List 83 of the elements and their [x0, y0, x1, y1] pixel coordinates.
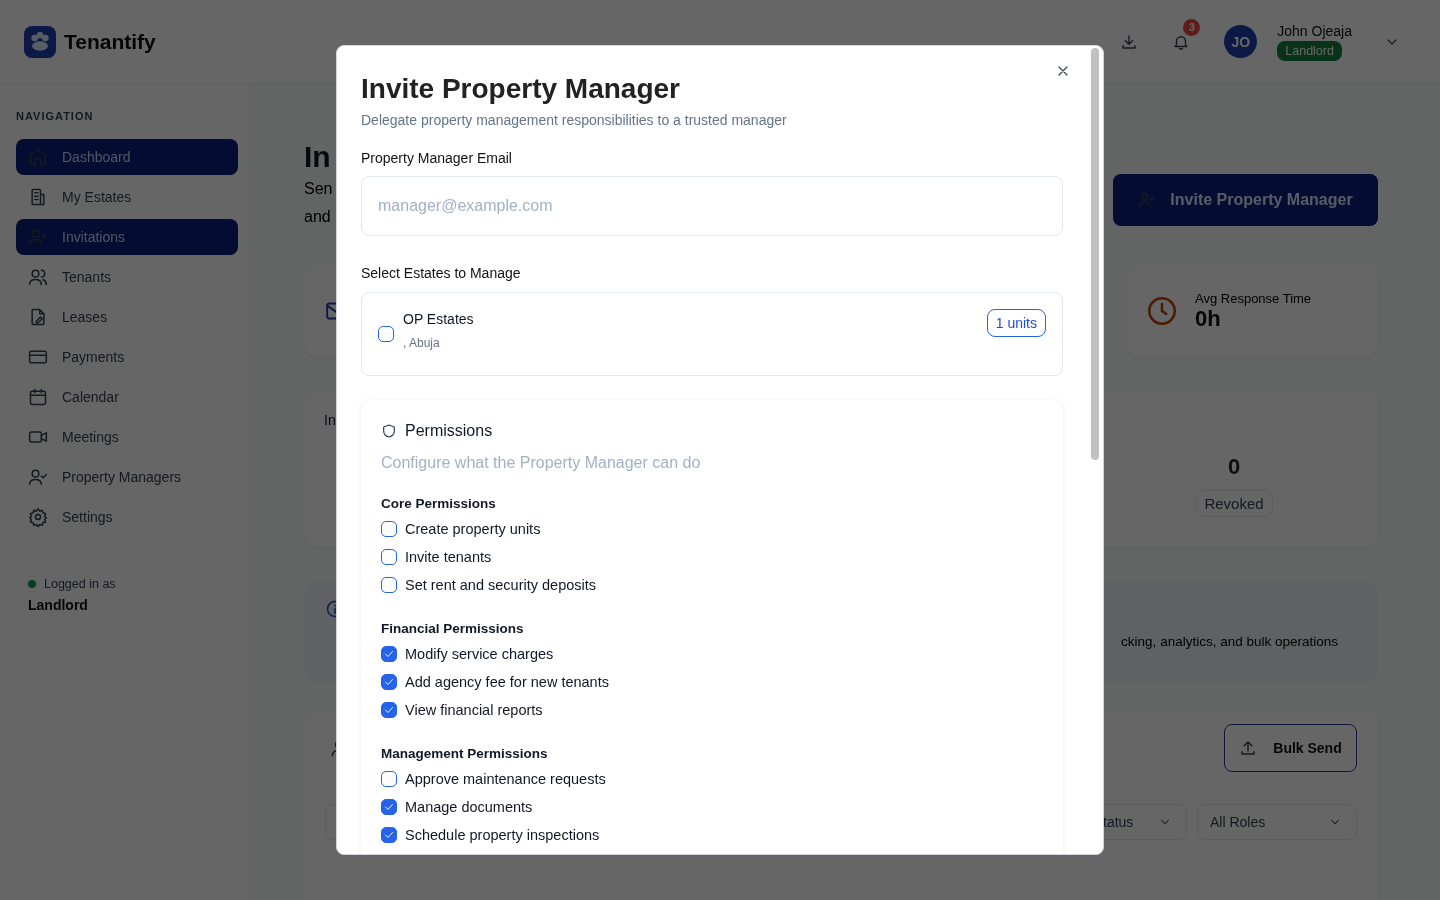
checkbox[interactable] — [378, 326, 394, 342]
permission-label: Modify service charges — [405, 646, 554, 662]
user-name: John Ojeaja — [1277, 22, 1352, 39]
group-title: Financial Permissions — [381, 621, 525, 636]
checkbox[interactable] — [381, 646, 397, 662]
checkbox[interactable] — [381, 771, 397, 787]
building-icon — [28, 187, 48, 207]
card-title: In — [323, 411, 337, 430]
filter-dropdown[interactable]: All Roles — [1197, 804, 1357, 840]
info-icon — [325, 599, 337, 619]
status-dot — [28, 580, 36, 588]
sidebar-item[interactable]: Meetings — [16, 419, 238, 455]
checkbox[interactable] — [381, 549, 397, 565]
banner-text: cking, analytics, and bulk operations — [1121, 634, 1338, 649]
user-avatar: JO — [1224, 25, 1258, 58]
user-check-icon — [28, 467, 48, 487]
sidebar-item[interactable]: Dashboard — [16, 139, 238, 175]
notification-count: 3 — [1183, 18, 1201, 36]
checkbox[interactable] — [381, 674, 397, 690]
estate-option[interactable]: OP Estates , Abuja 1 units — [361, 292, 1063, 376]
sidebar-item[interactable]: Settings — [16, 499, 238, 535]
permission-label: Add agency fee for new tenants — [405, 674, 609, 690]
checkbox[interactable] — [381, 702, 397, 718]
group-title: Management Permissions — [381, 746, 549, 761]
sidebar-item[interactable]: Tenants — [16, 259, 238, 295]
bulk-send-button[interactable]: Bulk Send — [1224, 724, 1357, 772]
section-heading: NAVIGATION — [16, 110, 95, 122]
stat-value: 0h — [1195, 305, 1221, 332]
field-label: Select Estates to Manage — [361, 265, 522, 281]
estate-location: , Abuja — [403, 336, 441, 350]
sidebar-item[interactable]: Leases — [16, 299, 238, 335]
permission-label: View financial reports — [405, 702, 543, 718]
document-icon — [28, 307, 48, 327]
permission-label: Schedule property inspections — [405, 827, 600, 843]
users-icon — [28, 267, 48, 287]
clock-icon — [1145, 294, 1179, 328]
email-field[interactable]: manager@example.com — [361, 176, 1063, 236]
status-label: Logged in as — [44, 577, 116, 591]
permission-label: Create property units — [405, 521, 541, 537]
sidebar-item[interactable]: Payments — [16, 339, 238, 375]
checkbox[interactable] — [381, 577, 397, 593]
permission-label: Approve maintenance requests — [405, 771, 606, 787]
page-subtitle: and — [304, 207, 332, 227]
sidebar-item[interactable]: Property Managers — [16, 459, 238, 495]
check-icon — [383, 648, 395, 660]
section-description: Configure what the Property Manager can do — [381, 454, 702, 472]
upload-icon — [1239, 739, 1258, 757]
permission-label: Invite tenants — [405, 549, 492, 565]
sidebar-item[interactable]: Invitations — [16, 219, 238, 255]
checkbox[interactable] — [381, 521, 397, 537]
checkbox[interactable] — [381, 827, 397, 843]
check-icon — [383, 676, 395, 688]
credit-card-icon — [28, 347, 48, 367]
check-icon — [383, 829, 395, 841]
status-role: Landlord — [28, 597, 89, 613]
permission-label: Manage documents — [405, 799, 533, 815]
dialog-description: Delegate property management responsibilities to a trusted manager — [361, 112, 788, 128]
section-title: Permissions — [405, 422, 493, 440]
settings-icon — [28, 507, 48, 527]
calendar-icon — [28, 387, 48, 407]
count-value: 0 — [1227, 454, 1241, 480]
checkbox[interactable] — [381, 799, 397, 815]
scrollbar[interactable] — [1091, 48, 1099, 460]
page-title: In — [304, 139, 332, 175]
download-icon — [1120, 32, 1139, 51]
check-icon — [383, 801, 395, 813]
field-label: Property Manager Email — [361, 150, 513, 166]
stat-label: Avg Response Time — [1195, 290, 1312, 306]
sidebar-item[interactable]: My Estates — [16, 179, 238, 215]
app-name: Tenantify — [64, 29, 156, 54]
page-subtitle: Sen — [304, 179, 333, 199]
estate-name: OP Estates — [403, 311, 475, 327]
units-badge: 1 units — [986, 309, 1046, 337]
check-icon — [383, 704, 395, 716]
group-title: Core Permissions — [381, 496, 497, 511]
permission-label: Set rent and security deposits — [405, 577, 597, 593]
status-label: Revoked — [1195, 490, 1273, 517]
role-badge: Landlord — [1277, 40, 1342, 61]
sidebar-item[interactable]: Calendar — [16, 379, 238, 415]
invite-button[interactable]: Invite Property Manager — [1113, 174, 1378, 226]
dialog-title: Invite Property Manager — [361, 72, 681, 106]
logo-icon — [24, 25, 56, 58]
shield-icon — [381, 423, 397, 439]
